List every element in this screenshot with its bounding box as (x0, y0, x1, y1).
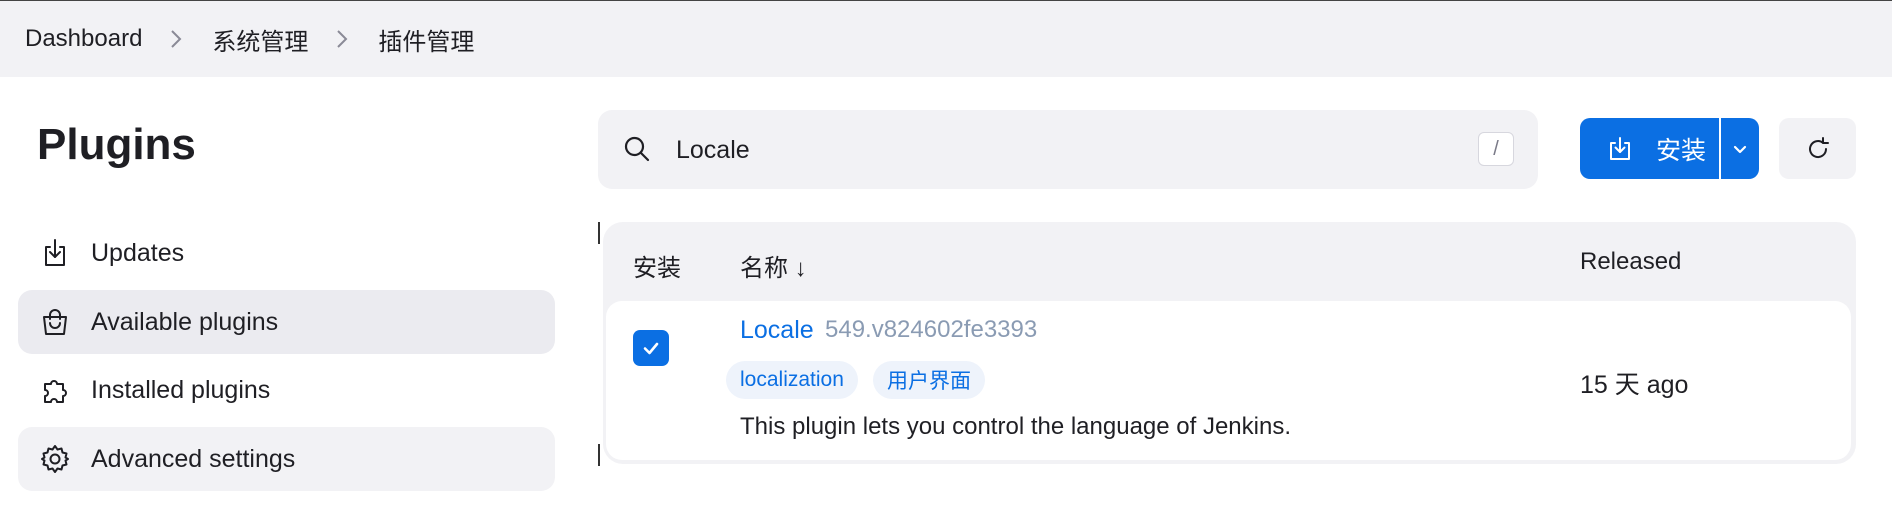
breadcrumb-system-admin[interactable]: 系统管理 (212, 22, 308, 57)
plugin-version: 549.v824602fe3393 (825, 316, 1038, 343)
sidebar-item-updates[interactable]: Updates (18, 221, 555, 285)
chevron-right-icon (170, 29, 184, 49)
divider (598, 444, 600, 466)
sidebar-item-label: Available plugins (91, 307, 279, 336)
sidebar-item-label: Installed plugins (91, 375, 271, 404)
sidebar-item-installed-plugins[interactable]: Installed plugins (18, 358, 555, 422)
chevron-right-icon (336, 29, 350, 49)
install-checkbox[interactable] (633, 330, 669, 366)
search-icon (624, 136, 650, 162)
refresh-icon (1808, 136, 1829, 158)
divider (598, 222, 600, 244)
sidebar-item-label: Updates (91, 238, 185, 267)
search-input[interactable] (676, 128, 1436, 172)
sidebar-item-available-plugins[interactable]: Available plugins (18, 290, 555, 354)
tag-user-interface[interactable]: 用户界面 (873, 361, 985, 399)
install-button[interactable]: 安装 (1580, 118, 1719, 179)
refresh-button[interactable] (1779, 118, 1856, 179)
checkmark-icon (643, 342, 659, 355)
column-header-released[interactable]: Released (1580, 248, 1681, 276)
plugin-released: 15 天 ago (1580, 371, 1689, 399)
column-header-install: 安装 (633, 255, 681, 282)
install-button-label: 安装 (1656, 136, 1707, 165)
download-icon (38, 236, 72, 270)
plugin-description: This plugin lets you control the languag… (740, 413, 1292, 440)
download-icon (1610, 136, 1630, 160)
page-title: Plugins (37, 120, 196, 169)
column-header-name[interactable]: 名称 ↓ (740, 248, 807, 283)
gear-icon (38, 442, 72, 476)
breadcrumb-dashboard[interactable]: Dashboard (25, 25, 142, 53)
sidebar-item-label: Advanced settings (91, 444, 296, 473)
tag-localization[interactable]: localization (726, 361, 858, 399)
search-bar[interactable]: / (598, 110, 1538, 189)
shopping-bag-icon (38, 305, 72, 339)
puzzle-icon (38, 373, 72, 407)
top-bar: Dashboard 系统管理 插件管理 (0, 0, 1892, 77)
install-options-dropdown[interactable] (1721, 118, 1759, 179)
chevron-down-icon (1733, 145, 1747, 153)
plugin-name-link[interactable]: Locale (740, 316, 814, 345)
sidebar-item-advanced-settings[interactable]: Advanced settings (18, 427, 555, 491)
breadcrumb-plugin-manager[interactable]: 插件管理 (378, 22, 474, 57)
breadcrumb: Dashboard 系统管理 插件管理 (25, 21, 474, 57)
keyboard-shortcut-hint: / (1478, 132, 1514, 166)
